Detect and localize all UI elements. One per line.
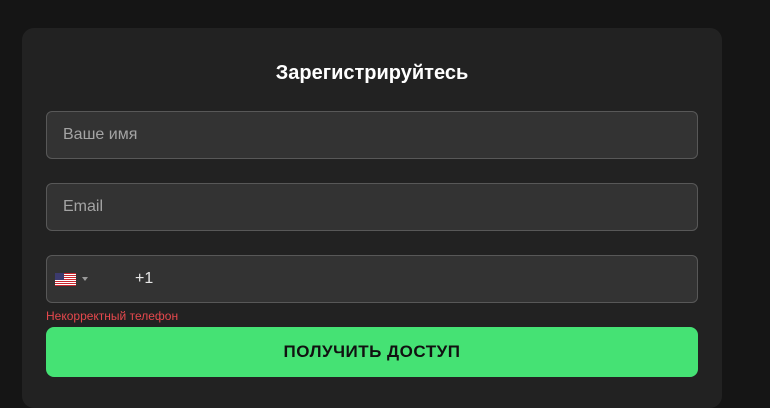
name-input[interactable] [47, 112, 697, 158]
phone-field[interactable] [46, 255, 769, 303]
chevron-down-icon [82, 277, 88, 281]
register-card: Зарегистрируйтесь Некорректный телефон П… [22, 28, 769, 408]
us-flag-icon [55, 272, 76, 286]
phone-input[interactable] [119, 256, 769, 302]
name-field[interactable] [46, 111, 698, 159]
email-field[interactable] [46, 183, 698, 231]
phone-error-message: Некорректный телефон [46, 309, 179, 323]
get-access-button[interactable]: ПОЛУЧИТЬ ДОСТУП [46, 327, 698, 377]
email-input[interactable] [47, 184, 697, 230]
form-title: Зарегистрируйтесь [275, 62, 469, 84]
country-selector[interactable] [47, 256, 107, 302]
